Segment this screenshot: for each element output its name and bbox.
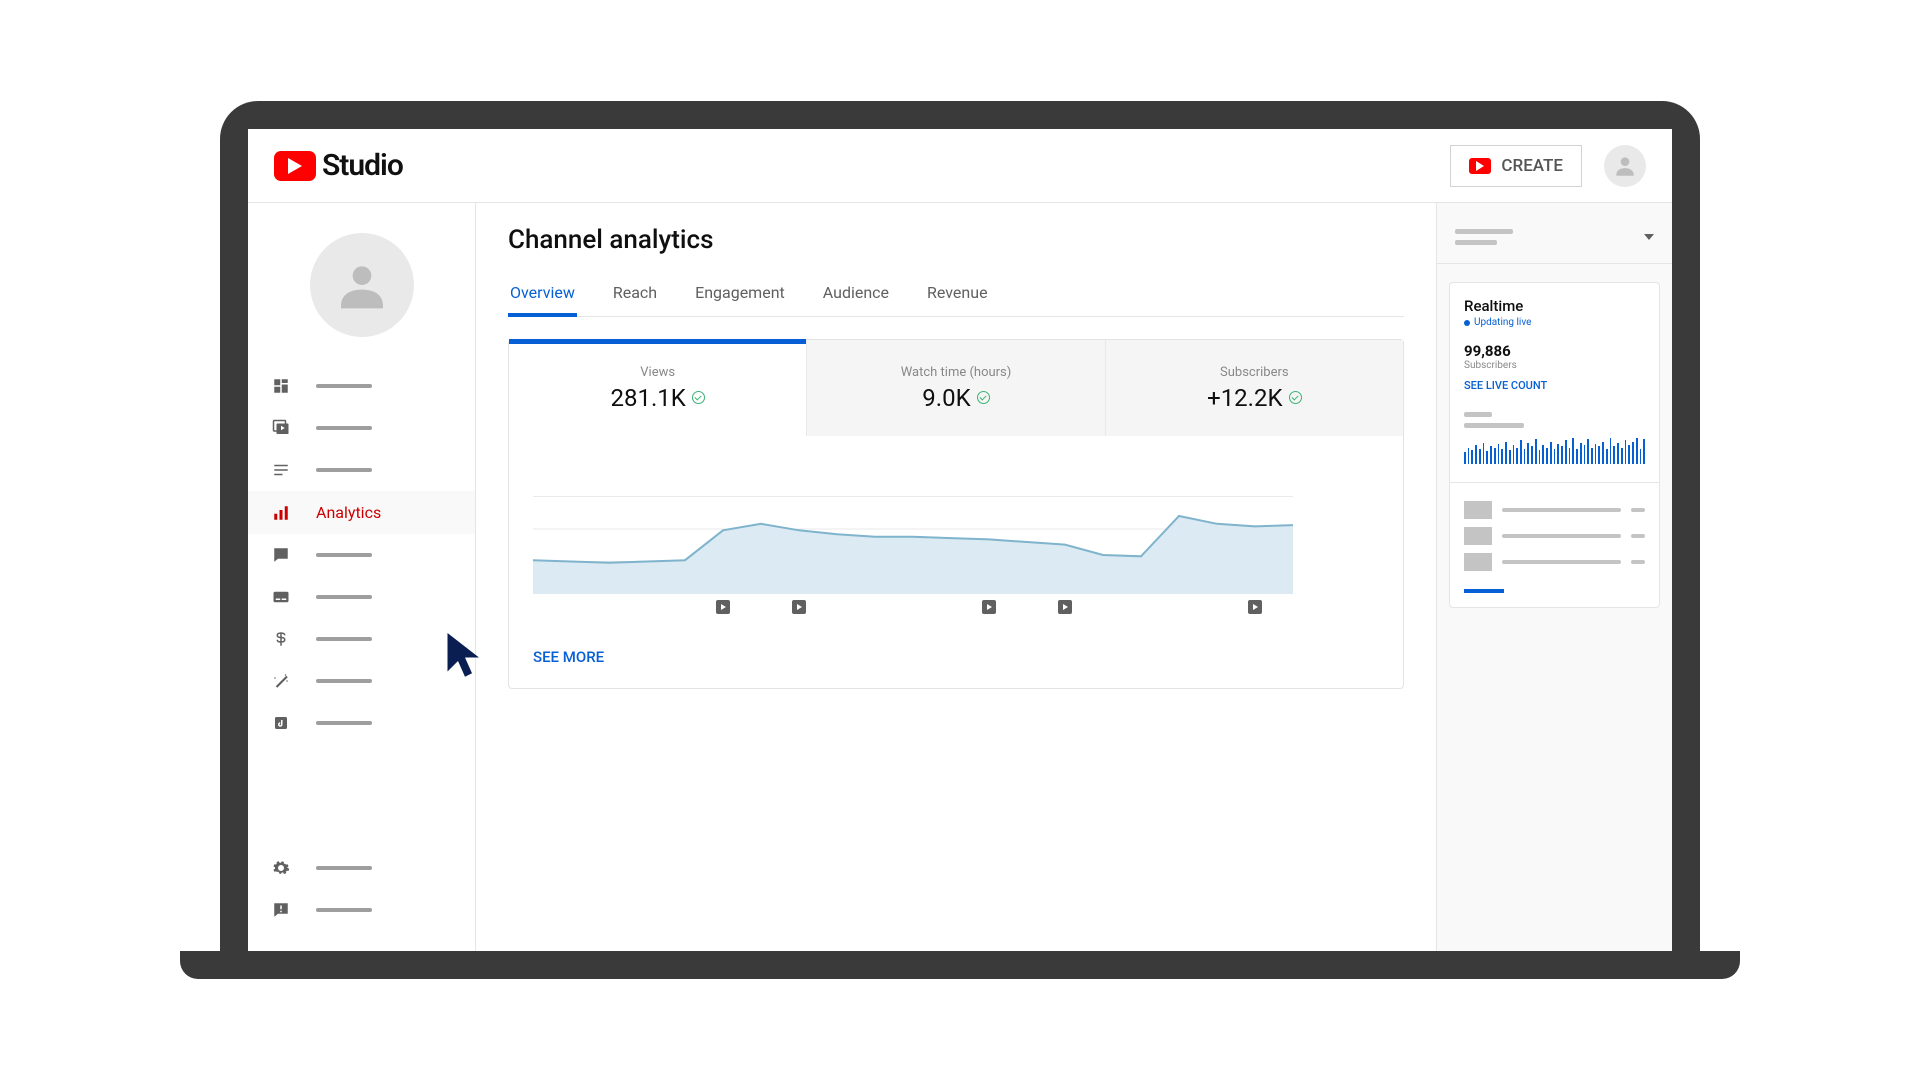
- app-screen: Studio CREATE Analytics: [248, 129, 1672, 951]
- chevron-down-icon: [1644, 234, 1654, 240]
- channel-avatar[interactable]: [310, 233, 414, 337]
- video-thumb-icon: [1464, 553, 1492, 571]
- account-avatar-button[interactable]: [1604, 145, 1646, 187]
- trend-up-icon: [977, 391, 990, 404]
- analytics-icon: [272, 504, 290, 522]
- video-marker-icon[interactable]: [716, 600, 730, 614]
- youtube-play-icon: [274, 151, 316, 181]
- center-column: Channel analytics Overview Reach Engagemen…: [476, 203, 1436, 951]
- realtime-video-row[interactable]: [1464, 501, 1645, 519]
- realtime-sparkline: [1464, 438, 1645, 464]
- main-area: Channel analytics Overview Reach Engagemen…: [476, 203, 1672, 951]
- sidebar-item-content[interactable]: [248, 407, 475, 449]
- sidebar-item-playlists[interactable]: [248, 449, 475, 491]
- sidebar-item-audio[interactable]: [248, 702, 475, 744]
- trend-up-icon: [692, 391, 705, 404]
- topbar: Studio CREATE: [248, 129, 1672, 203]
- audio-library-icon: [272, 714, 290, 732]
- create-label: CREATE: [1501, 156, 1563, 176]
- metric-tab-views[interactable]: Views281.1K: [509, 340, 807, 436]
- tab-revenue[interactable]: Revenue: [925, 273, 990, 316]
- views-chart: [509, 436, 1403, 626]
- realtime-video-row[interactable]: [1464, 553, 1645, 571]
- dashboard-icon: [272, 377, 290, 395]
- video-thumb-icon: [1464, 527, 1492, 545]
- sidebar-item-monetization[interactable]: [248, 618, 475, 660]
- comment-icon: [272, 546, 290, 564]
- sidebar: Analytics: [248, 203, 476, 951]
- see-more-link[interactable]: SEE MORE: [509, 626, 1403, 688]
- realtime-updating-live: Updating live: [1464, 317, 1645, 328]
- metric-tabs: Views281.1KWatch time (hours)9.0KSubscri…: [509, 340, 1403, 436]
- sidebar-item-comments[interactable]: [248, 534, 475, 576]
- video-library-icon: [272, 419, 290, 437]
- metric-tab-watch-time-hours-[interactable]: Watch time (hours)9.0K: [807, 340, 1105, 436]
- youtube-studio-logo[interactable]: Studio: [274, 148, 403, 183]
- sidebar-item-label: Analytics: [316, 503, 381, 522]
- right-column: Realtime Updating live 99,886 Subscriber…: [1436, 203, 1672, 951]
- video-marker-icon[interactable]: [1058, 600, 1072, 614]
- tab-engagement[interactable]: Engagement: [693, 273, 787, 316]
- video-thumb-icon: [1464, 501, 1492, 519]
- dollar-icon: [272, 630, 290, 648]
- page-title: Channel analytics: [508, 225, 1404, 255]
- realtime-video-row[interactable]: [1464, 527, 1645, 545]
- sidebar-item-feedback[interactable]: [248, 889, 475, 931]
- sidebar-item-customization[interactable]: [248, 660, 475, 702]
- sidebar-item-settings[interactable]: [248, 847, 475, 889]
- realtime-count-label: Subscribers: [1464, 360, 1645, 371]
- video-marker-icon[interactable]: [1248, 600, 1262, 614]
- realtime-card: Realtime Updating live 99,886 Subscriber…: [1449, 282, 1660, 608]
- live-dot-icon: [1464, 320, 1470, 326]
- cursor-pointer-icon: [444, 629, 486, 679]
- subtitles-icon: [272, 588, 290, 606]
- app-body: Analytics Channel analytics Overview Reac…: [248, 203, 1672, 951]
- magic-wand-icon: [272, 672, 290, 690]
- laptop-base: [180, 951, 1740, 979]
- video-markers-row: [533, 600, 1379, 616]
- video-marker-icon[interactable]: [982, 600, 996, 614]
- realtime-title: Realtime: [1464, 297, 1645, 315]
- playlist-icon: [272, 461, 290, 479]
- tab-reach[interactable]: Reach: [611, 273, 659, 316]
- sidebar-item-analytics[interactable]: Analytics: [248, 491, 475, 534]
- laptop-bezel: Studio CREATE Analytics: [220, 101, 1700, 951]
- logo-text: Studio: [322, 148, 403, 183]
- date-range-dropdown[interactable]: [1437, 225, 1672, 264]
- see-live-count-link[interactable]: SEE LIVE COUNT: [1464, 379, 1645, 392]
- sidebar-item-subtitles[interactable]: [248, 576, 475, 618]
- feedback-icon: [272, 901, 290, 919]
- realtime-subscriber-count: 99,886: [1464, 342, 1645, 360]
- analytics-tabs: Overview Reach Engagement Audience Revenue: [508, 273, 1404, 317]
- video-marker-icon[interactable]: [792, 600, 806, 614]
- tab-audience[interactable]: Audience: [821, 273, 891, 316]
- tab-overview[interactable]: Overview: [508, 273, 577, 316]
- create-button[interactable]: CREATE: [1450, 145, 1582, 187]
- overview-card: Views281.1KWatch time (hours)9.0KSubscri…: [508, 339, 1404, 689]
- metric-tab-subscribers[interactable]: Subscribers+12.2K: [1106, 340, 1403, 436]
- create-video-icon: [1469, 158, 1491, 174]
- laptop-mockup: Studio CREATE Analytics: [220, 101, 1700, 979]
- gear-icon: [272, 859, 290, 877]
- sidebar-item-dashboard[interactable]: [248, 365, 475, 407]
- trend-up-icon: [1289, 391, 1302, 404]
